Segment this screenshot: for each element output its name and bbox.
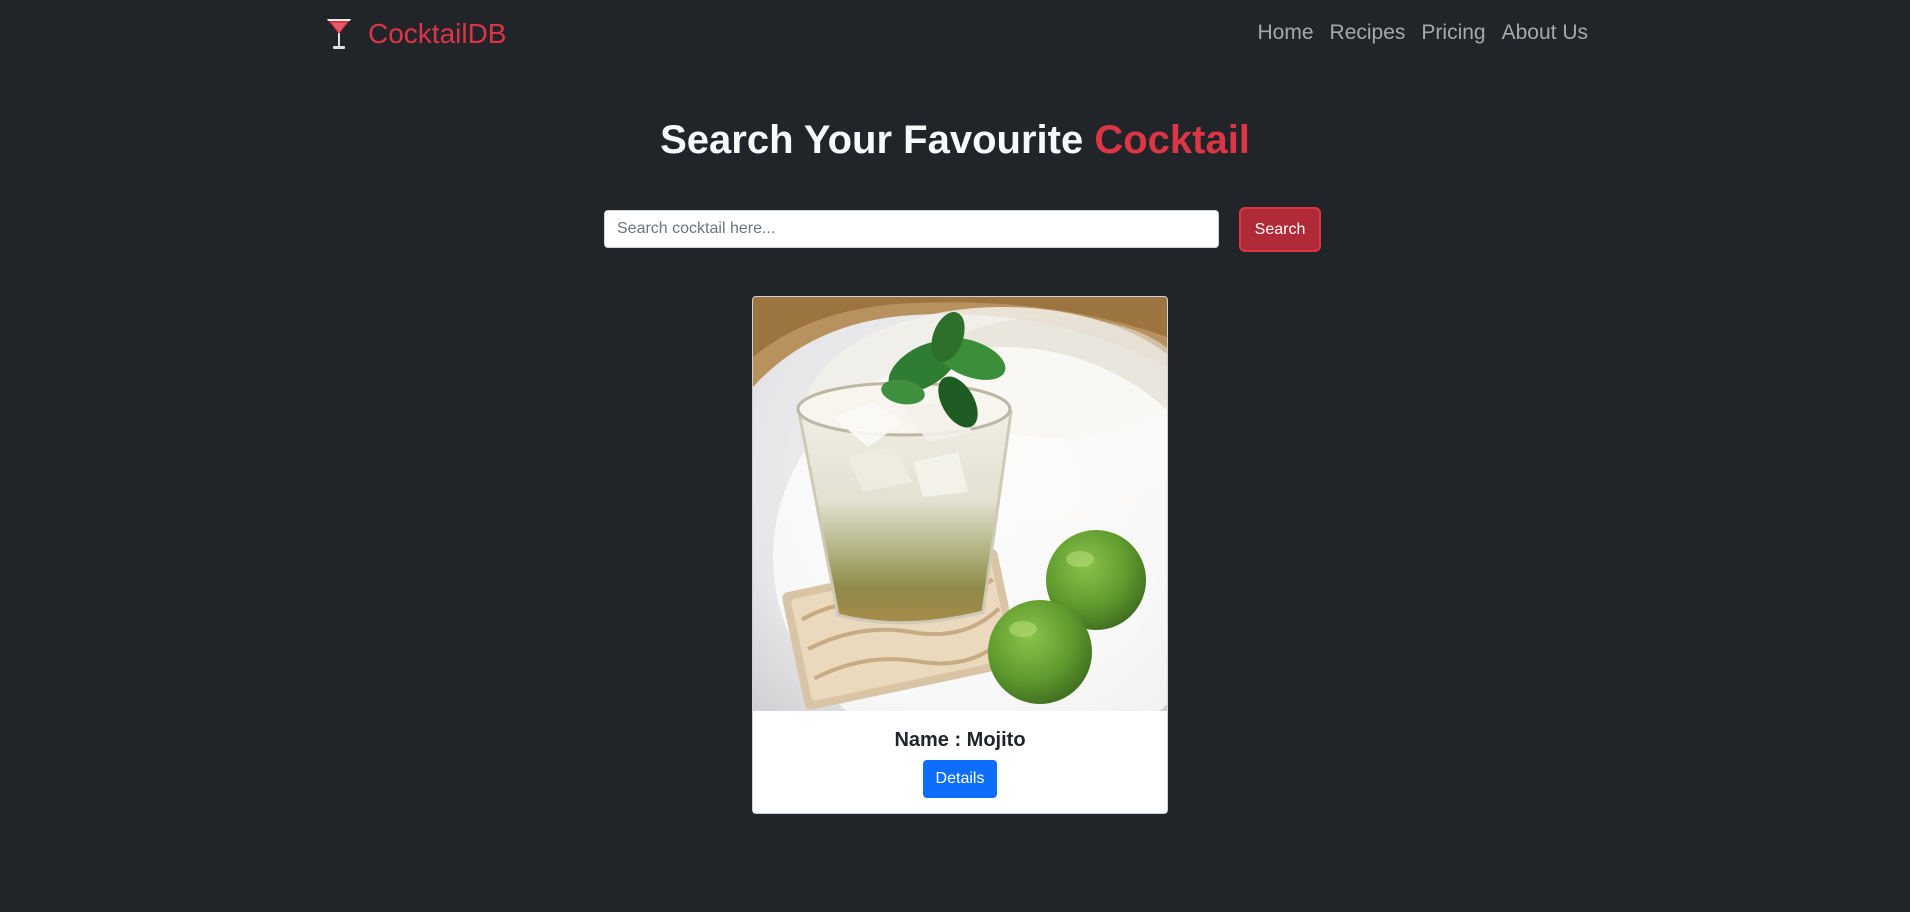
heading-prefix: Search Your Favourite [660, 118, 1084, 162]
search-input[interactable] [604, 210, 1219, 248]
page-heading: Search Your Favourite Cocktail [0, 114, 1910, 166]
brand-name: CocktailDB [368, 18, 507, 49]
heading-accent: Cocktail [1094, 118, 1250, 162]
details-button[interactable]: Details [923, 760, 997, 798]
nav-link-recipes[interactable]: Recipes [1330, 18, 1406, 48]
nav-link-pricing[interactable]: Pricing [1421, 18, 1485, 48]
brand-link[interactable]: CocktailDB [326, 14, 506, 54]
cocktail-name: Name : Mojito [894, 729, 1026, 751]
mojito-photo [753, 297, 1167, 711]
nav-link-home[interactable]: Home [1258, 18, 1314, 48]
cocktail-glass-icon [327, 19, 351, 49]
nav-links: Home Recipes Pricing About Us [1258, 18, 1589, 48]
cocktail-card: Name : Mojito Details [752, 296, 1168, 814]
nav-link-about-us[interactable]: About Us [1502, 18, 1588, 48]
search-button[interactable]: Search [1239, 207, 1321, 252]
navbar: CocktailDB Home Recipes Pricing About Us [0, 0, 1910, 66]
